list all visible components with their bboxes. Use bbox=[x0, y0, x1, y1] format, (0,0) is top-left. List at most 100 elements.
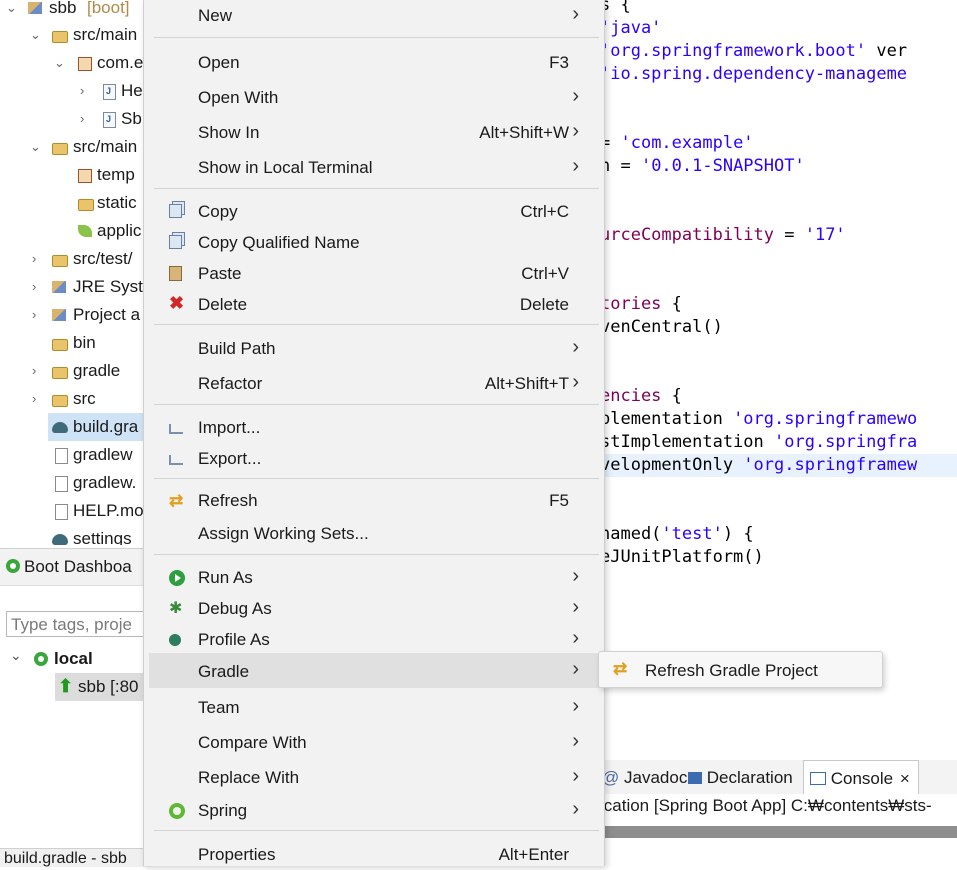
status-text: build.gradle - sbb bbox=[4, 850, 127, 867]
tree-row-sbb[interactable]: ⌄ sbb [boot] bbox=[0, 0, 150, 22]
menu-item-debug-as[interactable]: ✱ Debug As › bbox=[149, 593, 599, 624]
markdown-file-icon bbox=[55, 504, 68, 520]
menu-item-team[interactable]: Team › bbox=[149, 692, 599, 723]
menu-item-label: Properties bbox=[198, 845, 276, 864]
tree-row-java-file-1[interactable]: › He bbox=[0, 77, 150, 105]
menu-item-run-as[interactable]: Run As › bbox=[149, 562, 599, 593]
boot-dashboard-search-input[interactable]: Type tags, proje bbox=[6, 611, 156, 637]
menu-item-refactor[interactable]: Refactor Alt+Shift+T › bbox=[149, 368, 599, 399]
chevron-right-icon: › bbox=[572, 155, 579, 177]
menu-item-open[interactable]: Open F3 bbox=[149, 47, 599, 78]
menu-item-label: Spring bbox=[198, 801, 248, 820]
boot-local-row[interactable]: ⌄ local bbox=[0, 645, 150, 673]
boot-app-row[interactable]: ⬆ sbb [:80 bbox=[55, 673, 150, 701]
tree-row-package[interactable]: ⌄ com.e bbox=[0, 49, 150, 77]
tree-row-gradlew-bat[interactable]: gradlew. bbox=[0, 469, 150, 497]
menu-item-delete[interactable]: ✖ Delete Delete bbox=[149, 289, 599, 320]
tree-row-gradle[interactable]: › gradle bbox=[0, 357, 150, 385]
close-icon[interactable]: × bbox=[900, 769, 910, 788]
tree-row-src-main-resources[interactable]: ⌄ src/main bbox=[0, 133, 150, 161]
console-icon bbox=[810, 772, 826, 785]
menu-item-new[interactable]: New › bbox=[149, 0, 599, 31]
menu-item-import[interactable]: Import... bbox=[149, 412, 599, 443]
chevron-right-icon[interactable]: › bbox=[32, 280, 44, 293]
tab-console[interactable]: Console × bbox=[803, 760, 919, 794]
folder-icon bbox=[52, 367, 68, 379]
tree-row-java-file-2[interactable]: › Sb bbox=[0, 105, 150, 133]
menu-item-show-in-local-terminal[interactable]: Show in Local Terminal › bbox=[149, 152, 599, 183]
menu-item-paste[interactable]: Paste Ctrl+V bbox=[149, 258, 599, 289]
menu-item-spring[interactable]: Spring › bbox=[149, 795, 599, 826]
menu-item-export[interactable]: Export... bbox=[149, 443, 599, 474]
menu-item-assign-working-sets[interactable]: Assign Working Sets... bbox=[149, 518, 599, 549]
menu-item-shortcut: Alt+Shift+T bbox=[484, 374, 569, 393]
source-folder-icon bbox=[52, 31, 68, 43]
tree-row-help-md[interactable]: HELP.mo bbox=[0, 497, 150, 525]
tree-row-src-test[interactable]: › src/test/ bbox=[0, 245, 150, 273]
menu-item-shortcut: Ctrl+V bbox=[521, 264, 569, 283]
debug-icon: ✱ bbox=[169, 600, 183, 617]
tree-row-static[interactable]: static bbox=[0, 189, 150, 217]
code-token: = bbox=[774, 225, 805, 245]
tab-declaration[interactable]: Declaration bbox=[688, 760, 793, 794]
chevron-right-icon[interactable]: › bbox=[32, 364, 44, 377]
menu-item-copy-qualified-name[interactable]: Copy Qualified Name bbox=[149, 227, 599, 258]
chevron-right-icon[interactable]: › bbox=[32, 252, 44, 265]
tree-label: static bbox=[97, 193, 137, 212]
menu-item-refresh[interactable]: ⇄ Refresh F5 bbox=[149, 485, 599, 516]
menu-item-open-with[interactable]: Open With › bbox=[149, 82, 599, 113]
chevron-down-icon[interactable]: ⌄ bbox=[54, 56, 66, 69]
tree-row-gradlew[interactable]: gradlew bbox=[0, 441, 150, 469]
chevron-right-icon[interactable]: › bbox=[80, 84, 92, 97]
chevron-down-icon[interactable]: ⌄ bbox=[10, 647, 22, 664]
code-line: stImplementation 'org.springfra bbox=[600, 431, 917, 454]
chevron-down-icon[interactable]: ⌄ bbox=[30, 28, 42, 41]
menu-item-label: Run As bbox=[198, 568, 253, 587]
menu-item-build-path[interactable]: Build Path › bbox=[149, 333, 599, 364]
code-line: named('test') { bbox=[600, 523, 754, 546]
menu-item-shortcut: F3 bbox=[549, 53, 569, 72]
menu-item-show-in[interactable]: Show In Alt+Shift+W › bbox=[149, 117, 599, 148]
chevron-down-icon[interactable]: ⌄ bbox=[30, 140, 42, 153]
code-editor[interactable]: s {'java''org.springframework.boot' ver '… bbox=[600, 0, 957, 760]
chevron-down-icon[interactable]: ⌄ bbox=[6, 1, 18, 14]
tab-label: Javadoc bbox=[624, 768, 688, 787]
tree-row-project-dependencies[interactable]: › Project a bbox=[0, 301, 150, 329]
tree-row-settings-gradle[interactable]: settings bbox=[0, 525, 150, 545]
boot-dashboard-tab[interactable]: Boot Dashboa bbox=[0, 549, 150, 586]
tree-row-application-properties[interactable]: applic bbox=[0, 217, 150, 245]
tree-row-templates[interactable]: temp bbox=[0, 161, 150, 189]
spring-boot-icon bbox=[6, 559, 20, 573]
boot-app-label: sbb [:80 bbox=[78, 677, 139, 696]
console-scrollbar[interactable] bbox=[600, 826, 957, 838]
menu-item-profile-as[interactable]: Profile As › bbox=[149, 624, 599, 655]
tab-javadoc[interactable]: @ Javadoc bbox=[600, 760, 687, 794]
menu-item-gradle[interactable]: Gradle › bbox=[149, 653, 599, 688]
chevron-right-icon[interactable]: › bbox=[32, 308, 44, 321]
menu-item-copy[interactable]: Copy Ctrl+C bbox=[149, 196, 599, 227]
chevron-right-icon[interactable]: › bbox=[32, 392, 44, 405]
code-token: urceCompatibility bbox=[600, 225, 774, 245]
code-line: tories { bbox=[600, 293, 682, 316]
menu-separator bbox=[154, 404, 599, 405]
status-bar: build.gradle - sbb bbox=[0, 848, 150, 867]
code-token: { bbox=[661, 294, 682, 314]
tree-row-build-gradle[interactable]: build.gra bbox=[48, 413, 150, 441]
tree-row-bin[interactable]: bin bbox=[0, 329, 150, 357]
code-token: 'com.example' bbox=[620, 133, 754, 153]
tree-row-src[interactable]: › src bbox=[0, 385, 150, 413]
menu-item-label: Refresh Gradle Project bbox=[645, 661, 818, 680]
menu-item-properties[interactable]: Properties Alt+Enter bbox=[149, 839, 599, 870]
chevron-right-icon[interactable]: › bbox=[80, 112, 92, 125]
menu-item-replace-with[interactable]: Replace With › bbox=[149, 762, 599, 793]
library-icon bbox=[52, 309, 66, 321]
code-token: velopmentOnly bbox=[600, 455, 744, 475]
boot-local-label: local bbox=[54, 649, 93, 668]
code-token: '17' bbox=[804, 225, 846, 245]
tree-row-src-main-java[interactable]: ⌄ src/main bbox=[0, 21, 150, 49]
tree-row-jre-system-library[interactable]: › JRE Syste bbox=[0, 273, 150, 301]
tab-label: Declaration bbox=[706, 768, 793, 787]
menu-item-refresh-gradle-project[interactable]: ⇄ Refresh Gradle Project bbox=[599, 652, 882, 687]
menu-item-compare-with[interactable]: Compare With › bbox=[149, 727, 599, 758]
code-line: plementation 'org.springframewo bbox=[600, 408, 917, 431]
